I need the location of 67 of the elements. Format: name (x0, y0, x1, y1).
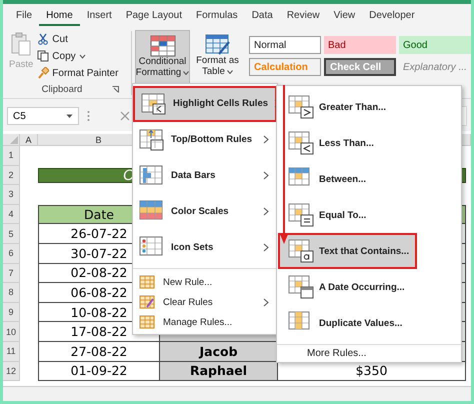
rules-icon (288, 239, 314, 263)
format-painter-button[interactable]: Format Painter (37, 65, 118, 81)
table-icon (204, 34, 230, 56)
menu-item[interactable]: A Date Occurring... (277, 269, 411, 305)
grip-icon (87, 110, 90, 122)
row-header[interactable]: 5 (3, 224, 20, 244)
menu-item[interactable]: Greater Than... (277, 89, 392, 125)
group-label: Clipboard (42, 84, 82, 95)
menu-item[interactable]: Less Than... (277, 125, 380, 161)
conditional-formatting-button[interactable]: Conditional Formatting (135, 30, 190, 86)
cell-style-swatch[interactable]: Normal (249, 36, 321, 54)
row-header[interactable]: 6 (3, 244, 20, 264)
caret-icon (78, 54, 86, 58)
copy-button[interactable]: Copy (37, 48, 118, 64)
scissors-icon (37, 33, 50, 45)
clipboard-icon (10, 31, 32, 57)
column-header[interactable]: A (20, 134, 38, 146)
row-header[interactable]: 7 (3, 264, 20, 284)
rules-icon (288, 131, 314, 155)
rules-icon (139, 164, 165, 187)
cell-style-swatch[interactable]: Good (399, 36, 471, 54)
rules-icon (139, 315, 155, 330)
menu-item[interactable]: Equal To... (277, 197, 372, 233)
name-box[interactable]: C5 (7, 107, 79, 125)
row-header[interactable]: 1 (3, 146, 20, 166)
ribbon-tab[interactable]: Home (39, 6, 80, 26)
table-cell: Jacob (160, 342, 278, 362)
table-cell: Raphael (160, 362, 278, 382)
caret-icon (226, 70, 233, 74)
rules-icon (139, 128, 165, 151)
row-header[interactable]: 2 (3, 166, 20, 186)
copy-icon (37, 50, 50, 62)
ribbon-tab[interactable]: View (326, 6, 362, 26)
rules-icon (288, 203, 314, 227)
rules-icon (141, 92, 167, 115)
menu-item[interactable]: Highlight Cells Rules (133, 86, 277, 122)
row-header[interactable]: 11 (3, 342, 20, 362)
rules-icon (139, 236, 165, 258)
rules-icon (288, 95, 314, 119)
ribbon-tab[interactable]: Formulas (189, 6, 245, 26)
row-header[interactable]: 3 (3, 185, 20, 205)
paintbrush-icon (37, 67, 50, 79)
cancel-icon[interactable] (120, 111, 130, 121)
cell-style-swatch[interactable]: Bad (324, 36, 396, 54)
row-header[interactable]: 12 (3, 362, 20, 382)
menu-item[interactable]: Duplicate Values... (277, 305, 408, 341)
rules-icon (139, 200, 165, 222)
ribbon-tab[interactable]: Review (280, 6, 327, 26)
ribbon-tab[interactable]: Data (244, 6, 280, 26)
rules-icon (139, 275, 155, 290)
row-header[interactable]: 4 (3, 204, 20, 224)
caret-icon (183, 71, 190, 76)
ribbon-tab[interactable]: Insert (80, 6, 119, 26)
table-icon (150, 35, 176, 57)
row-header[interactable]: 8 (3, 283, 20, 303)
ribbon-tab[interactable]: Page Layout (118, 6, 189, 26)
more-rules-item[interactable]: More Rules... (277, 348, 370, 359)
rules-icon (288, 275, 314, 299)
cut-button[interactable]: Cut (37, 31, 118, 47)
caret-icon (66, 114, 73, 118)
ribbon-tab[interactable]: Developer (362, 6, 422, 26)
launcher-icon[interactable] (112, 86, 120, 93)
row-header[interactable]: 9 (3, 302, 20, 322)
menu-item[interactable]: Text that Contains... (278, 233, 418, 269)
ribbon-tab[interactable]: File (9, 6, 40, 26)
rules-icon (139, 295, 155, 310)
row-header[interactable]: 10 (3, 322, 20, 342)
